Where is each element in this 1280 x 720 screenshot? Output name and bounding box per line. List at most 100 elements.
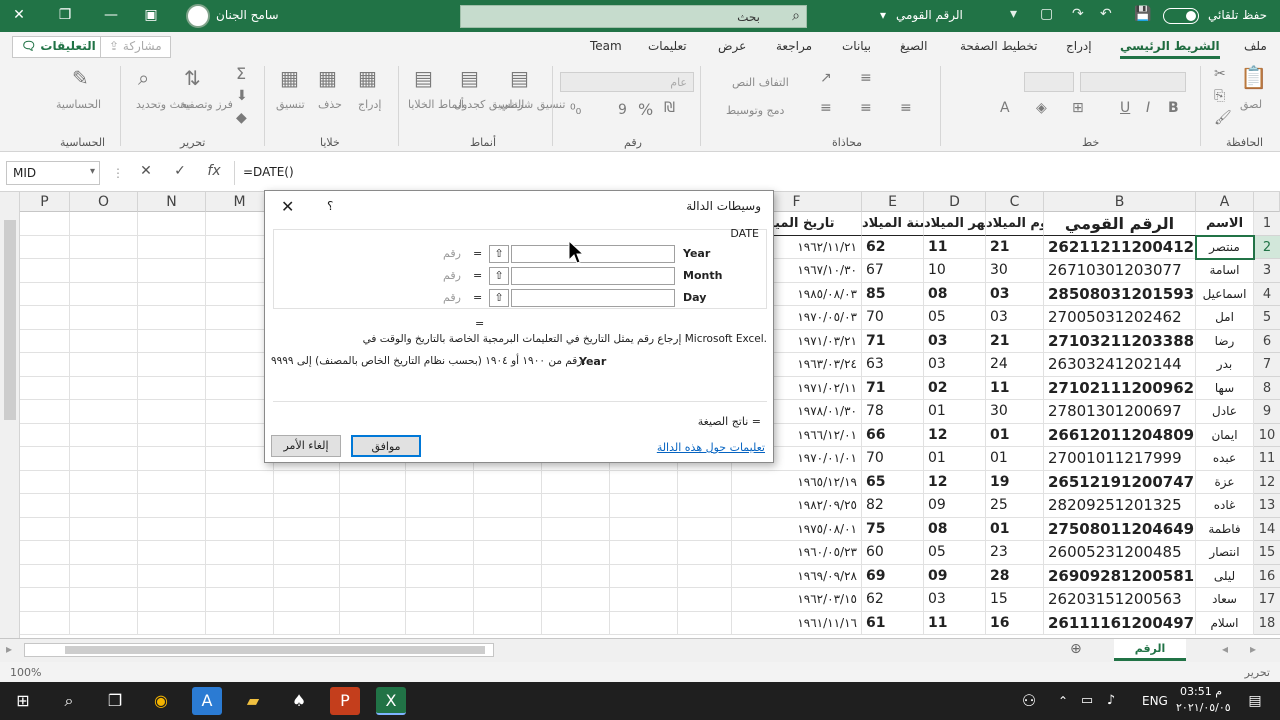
grid-cell[interactable] [70,376,138,400]
column-header[interactable]: E [862,192,924,212]
name-cell[interactable]: سعاد [1196,588,1254,612]
name-cell[interactable]: غاده [1196,494,1254,518]
grid-cell[interactable] [70,306,138,330]
name-cell[interactable]: ايمان [1196,423,1254,447]
name-cell[interactable]: عادل [1196,400,1254,424]
grid-cell[interactable] [20,353,70,377]
grid-cell[interactable] [406,588,474,612]
file-explorer-icon[interactable]: ▰ [238,687,268,715]
grid-cell[interactable] [206,541,274,565]
grid-cell[interactable] [610,494,678,518]
grid-cell[interactable] [274,588,340,612]
tab-help[interactable]: تعليمات [648,39,687,53]
grid-cell[interactable] [20,259,70,283]
find-select-icon[interactable]: ⌕ [138,66,149,90]
birth-year-cell[interactable]: 78 [862,400,924,424]
table-header-name[interactable]: الاسم [1196,212,1254,236]
grid-cell[interactable] [274,517,340,541]
grid-cell[interactable] [340,517,406,541]
tab-view[interactable]: عرض [718,39,746,53]
name-cell[interactable]: امل [1196,306,1254,330]
grid-cell[interactable] [474,611,542,635]
row-header[interactable]: 2 [1254,235,1280,259]
grid-cell[interactable] [340,611,406,635]
grid-cell[interactable] [20,588,70,612]
column-header[interactable]: C [986,192,1044,212]
tab-team[interactable]: Team [590,39,622,53]
grid-cell[interactable] [274,611,340,635]
birth-day-cell[interactable]: 16 [986,611,1044,635]
format-as-table-icon[interactable]: ▤ [460,66,479,90]
wrap-text-button[interactable]: التفاف النص [732,76,789,89]
grid-cell[interactable] [542,541,610,565]
sensitivity-icon[interactable]: ✎ [72,66,89,90]
table-header-birth-month[interactable]: شهر الميلاد [924,212,986,236]
insert-cells-icon[interactable]: ▦ [358,66,377,90]
name-cell[interactable]: ليلى [1196,564,1254,588]
birth-year-cell[interactable]: 62 [862,235,924,259]
grid-cell[interactable] [20,494,70,518]
tab-page-layout[interactable]: تخطيط الصفحة [960,39,1037,53]
grid-cell[interactable] [20,282,70,306]
grid-cell[interactable] [678,494,732,518]
insert-function-icon[interactable]: fx [202,163,226,183]
birth-year-cell[interactable]: 70 [862,447,924,471]
row-header[interactable]: 17 [1254,588,1280,612]
redo-icon[interactable]: ↷ [1072,6,1084,22]
cancel-entry-icon[interactable]: ✕ [134,163,158,183]
grid-cell[interactable] [70,212,138,236]
save-icon[interactable]: 💾 [1134,6,1151,22]
grid-cell[interactable] [20,447,70,471]
national-id-cell[interactable]: 27508011204649 [1044,517,1196,541]
national-id-cell[interactable]: 27005031202462 [1044,306,1196,330]
birth-month-cell[interactable]: 03 [924,588,986,612]
grid-cell[interactable] [70,541,138,565]
birth-month-cell[interactable]: 05 [924,306,986,330]
birth-day-cell[interactable]: 11 [986,376,1044,400]
currency-icon[interactable]: ₪ [664,100,675,116]
birth-day-cell[interactable]: 03 [986,306,1044,330]
grid-cell[interactable] [20,329,70,353]
birth-day-cell[interactable]: 21 [986,329,1044,353]
birth-day-cell[interactable]: 25 [986,494,1044,518]
birth-day-cell[interactable]: 28 [986,564,1044,588]
national-id-cell[interactable]: 26005231200485 [1044,541,1196,565]
percent-icon[interactable]: % [638,100,653,119]
cell-styles-icon[interactable]: ▤ [414,66,433,90]
grid-cell[interactable] [678,517,732,541]
autosave-toggle[interactable] [1163,8,1199,24]
grid-cell[interactable] [340,588,406,612]
tab-home[interactable]: الشريط الرئيسي [1120,39,1220,59]
grid-cell[interactable] [678,564,732,588]
birth-day-cell[interactable]: 30 [986,400,1044,424]
grid-cell[interactable] [542,517,610,541]
decrease-decimal-icon[interactable]: ⁰₀ [570,102,581,118]
birth-year-cell[interactable]: 61 [862,611,924,635]
name-cell[interactable]: اسلام [1196,611,1254,635]
grid-cell[interactable] [542,588,610,612]
grid-cell[interactable] [70,259,138,283]
name-box-dropdown-icon[interactable]: ▾ [90,166,95,177]
national-id-cell[interactable]: 26111161200497 [1044,611,1196,635]
table-header-birth-day[interactable]: يوم الميلاد [986,212,1044,236]
name-cell[interactable]: عبده [1196,447,1254,471]
font-size-dropdown[interactable] [1024,72,1074,92]
row-header[interactable]: 5 [1254,306,1280,330]
grid-cell[interactable] [138,259,206,283]
grid-cell[interactable] [138,306,206,330]
search-input[interactable]: ⌕ بحث [460,5,807,28]
grid-cell[interactable] [542,564,610,588]
row-header[interactable]: 13 [1254,494,1280,518]
grid-cell[interactable] [70,588,138,612]
format-cells-icon[interactable]: ▦ [280,66,299,90]
grid-cell[interactable] [20,423,70,447]
sort-filter-icon[interactable]: ⇅ [184,66,201,90]
search-taskbar-icon[interactable]: ⌕ [54,687,84,715]
birth-month-cell[interactable]: 11 [924,611,986,635]
grid-cell[interactable] [406,517,474,541]
borders-icon[interactable]: ⊞ [1072,100,1084,116]
grid-cell[interactable] [206,611,274,635]
row-header[interactable]: 6 [1254,329,1280,353]
grid-cell[interactable] [610,517,678,541]
birth-month-cell[interactable]: 03 [924,353,986,377]
